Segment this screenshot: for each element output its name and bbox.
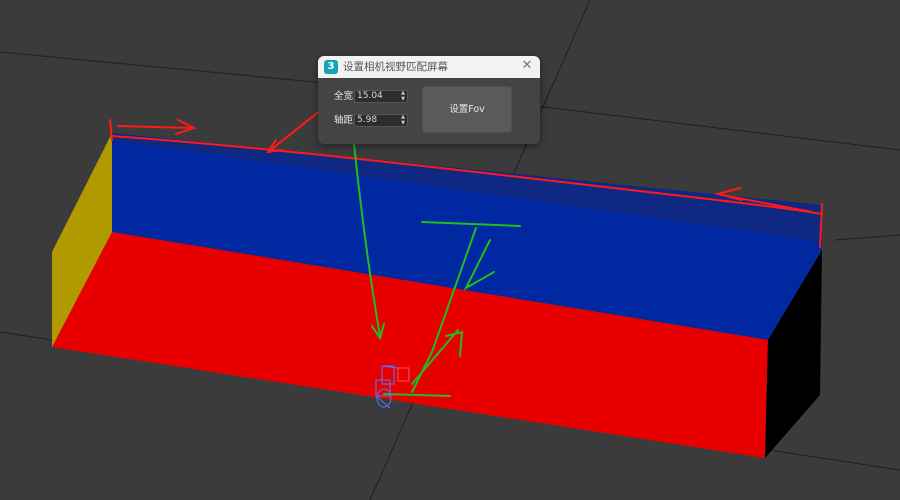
dialog-titlebar[interactable]: 3 设置相机视野匹配屏幕 ✕ (318, 56, 540, 78)
camera-fov-dialog: 3 设置相机视野匹配屏幕 ✕ 全宽 15.04 ▲ ▼ 轴距 5.98 ▲ ▼ 设置… (318, 56, 540, 144)
app-logo-icon: 3 (324, 60, 338, 74)
spinner-arrows-icon[interactable]: ▲ ▼ (400, 114, 406, 126)
set-fov-button[interactable]: 设置Fov (422, 86, 512, 133)
full-width-value[interactable]: 15.04 (357, 91, 383, 102)
red-right-arrow (117, 119, 197, 135)
full-width-label: 全宽 (334, 91, 354, 102)
full-width-spinner[interactable]: 15.04 ▲ ▼ (354, 90, 408, 103)
spinner-arrows-icon[interactable]: ▲ ▼ (400, 90, 406, 102)
wheelbase-spinner[interactable]: 5.98 ▲ ▼ (354, 114, 408, 127)
close-button[interactable]: ✕ (520, 59, 534, 73)
dialog-title: 设置相机视野匹配屏幕 (343, 61, 448, 73)
wheelbase-value[interactable]: 5.98 (357, 115, 377, 126)
wheelbase-label: 轴距 (334, 115, 354, 126)
